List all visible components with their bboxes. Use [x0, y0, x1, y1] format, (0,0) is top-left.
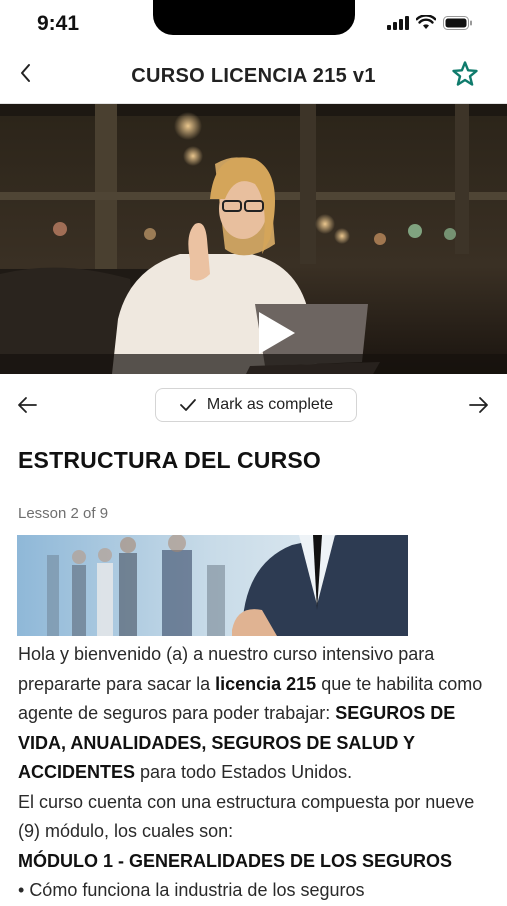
cellular-signal-icon	[387, 15, 409, 30]
intro-license-bold: licencia 215	[215, 673, 317, 694]
mark-complete-button[interactable]: Mark as complete	[155, 388, 357, 422]
lesson-counter: Lesson 2 of 9	[18, 505, 109, 522]
lesson-controls: Mark as complete	[0, 374, 507, 438]
wifi-icon	[416, 15, 436, 29]
section-title: ESTRUCTURA DEL CURSO	[18, 447, 322, 473]
battery-icon	[443, 15, 472, 30]
previous-arrow-icon[interactable]	[16, 394, 38, 416]
status-icons	[387, 15, 473, 30]
business-people-image	[17, 535, 408, 636]
mark-complete-label: Mark as complete	[206, 396, 334, 413]
list-item-text: Cómo funciona la industria de los seguro…	[29, 880, 365, 900]
lesson-intro-paragraph: Hola y bienvenido (a) a nuestro curso in…	[18, 640, 489, 788]
play-icon[interactable]	[257, 310, 297, 356]
device-notch	[153, 0, 355, 35]
module-heading: MÓDULO 1 - GENERALIDADES DE LOS SEGUROS	[18, 850, 453, 871]
status-bar: 9:41	[0, 0, 507, 48]
bullet-icon: •	[18, 880, 30, 900]
status-time: 9:41	[37, 12, 80, 35]
video-player[interactable]	[0, 104, 507, 374]
list-item: • Cómo funciona la industria de los segu…	[18, 876, 489, 906]
video-thumbnail	[0, 104, 507, 374]
intro-text-3: para todo Estados Unidos.	[135, 762, 353, 782]
star-icon[interactable]	[451, 60, 479, 88]
top-bar: CURSO LICENCIA 215 v1	[0, 48, 507, 104]
lesson-image	[17, 535, 408, 636]
page-title: CURSO LICENCIA 215 v1	[131, 65, 376, 87]
lesson-structure-paragraph: El curso cuenta con una estructura compu…	[18, 791, 475, 842]
next-arrow-icon[interactable]	[468, 394, 490, 416]
checkmark-icon	[179, 399, 196, 411]
